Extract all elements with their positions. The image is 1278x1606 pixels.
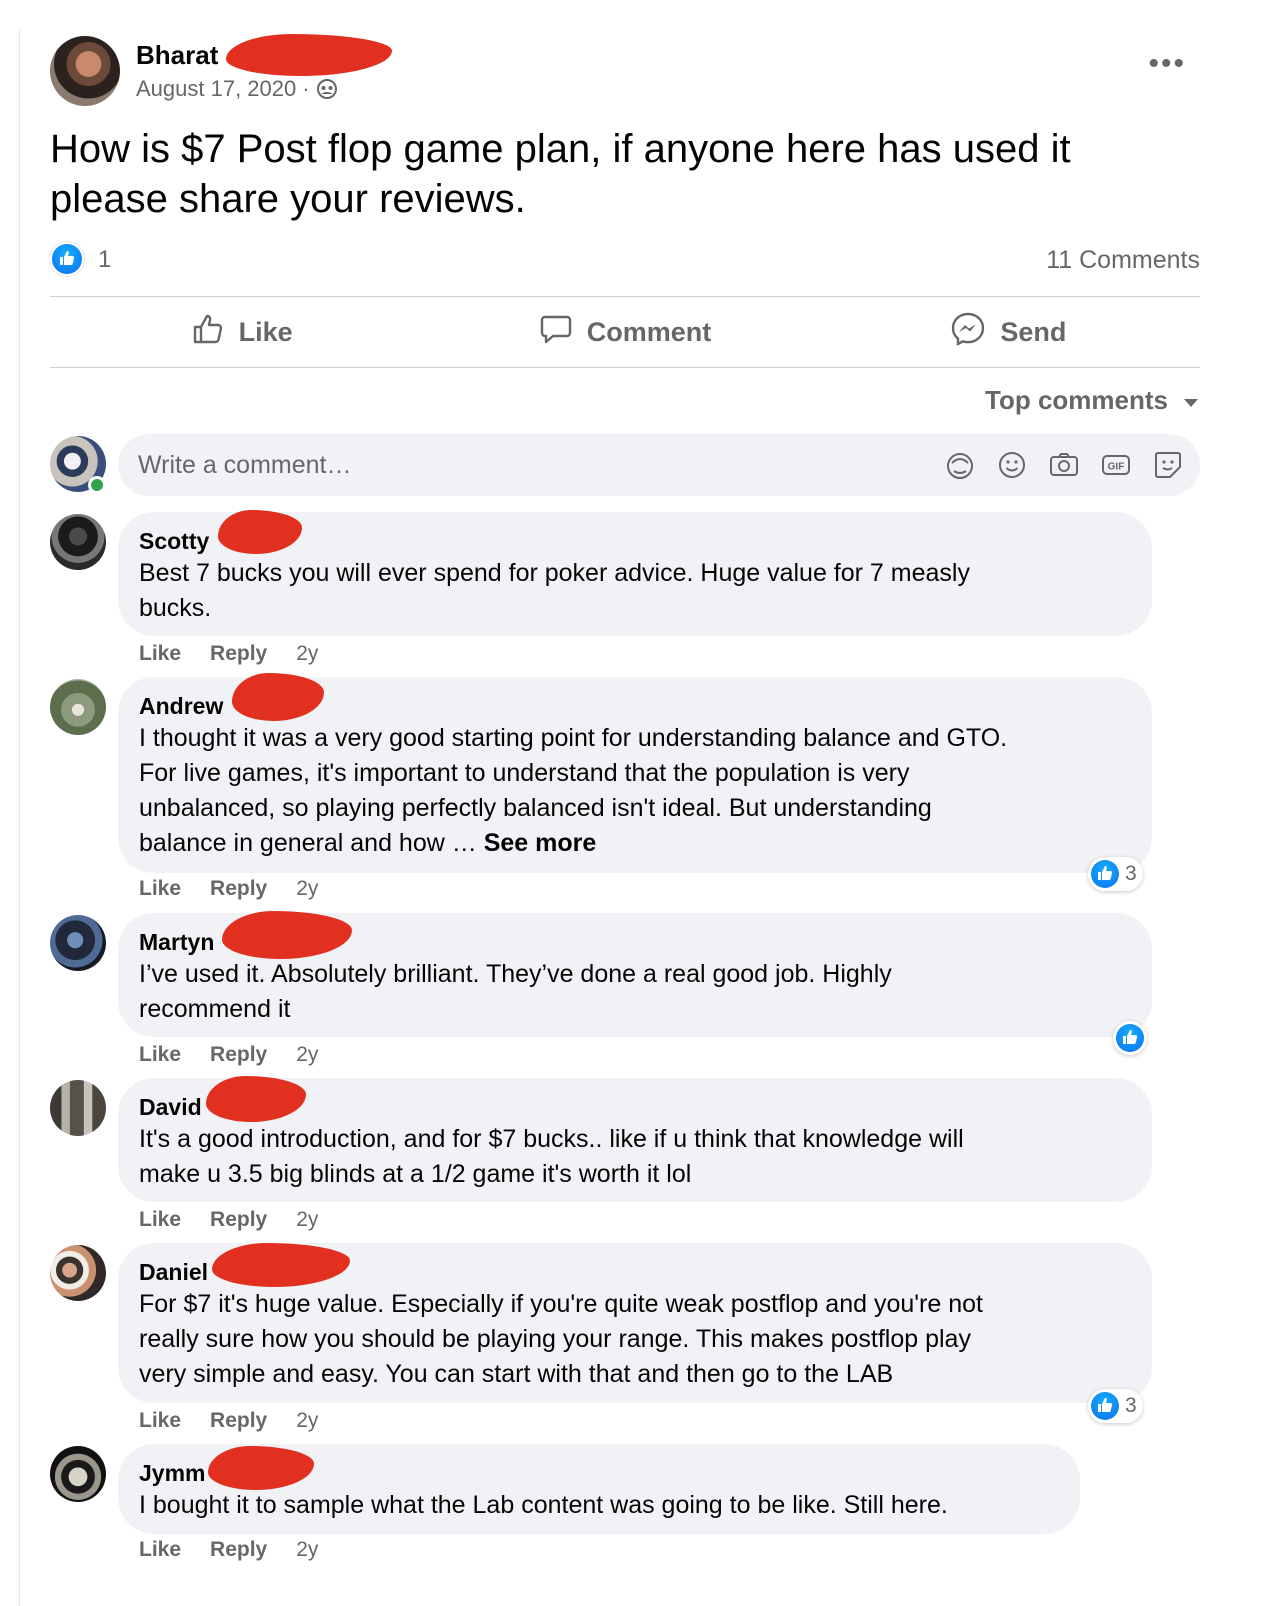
comment-reaction-badge[interactable]: 3 — [1088, 1389, 1143, 1423]
comment-actions: Like Reply 2y — [139, 1538, 318, 1562]
comment-text: It's a good introduction, and for $7 buc… — [139, 1125, 964, 1188]
comment-timestamp[interactable]: 2y — [296, 1043, 318, 1067]
comment-timestamp[interactable]: 2y — [296, 1538, 318, 1562]
name-redaction — [226, 34, 392, 76]
emoji-icon[interactable] — [996, 449, 1028, 481]
messenger-icon — [950, 311, 986, 354]
comment-like-button[interactable]: Like — [139, 1208, 181, 1232]
commenter-name[interactable]: Martyn — [139, 927, 214, 957]
more-options-button[interactable]: ••• — [1148, 49, 1186, 79]
comment-timestamp[interactable]: 2y — [296, 877, 318, 901]
author-name[interactable]: Bharat — [136, 40, 218, 71]
comments-count[interactable]: 11 Comments — [1046, 246, 1200, 275]
commenter-avatar[interactable] — [50, 915, 106, 971]
like-reaction-icon — [1116, 1024, 1144, 1052]
speech-bubble-icon — [539, 312, 573, 353]
caret-down-icon — [1182, 385, 1200, 416]
send-button[interactable]: Send — [817, 298, 1200, 366]
post-action-bar: Like Comment Send — [50, 298, 1200, 366]
comment-actions: Like Reply 2y — [139, 1409, 318, 1433]
comment-actions: Like Reply 2y — [139, 877, 318, 901]
comment-timestamp[interactable]: 2y — [296, 642, 318, 666]
comment-actions: Like Reply 2y — [139, 1208, 318, 1232]
reaction-count: 3 — [1125, 1394, 1137, 1417]
comment-reply-button[interactable]: Reply — [210, 1409, 267, 1433]
commenter-avatar[interactable] — [50, 514, 106, 570]
comment-reaction-badge[interactable]: 3 — [1088, 857, 1143, 891]
gif-icon[interactable]: GIF — [1100, 449, 1132, 481]
comment-like-button[interactable]: Like — [139, 642, 181, 666]
comment-reply-button[interactable]: Reply — [210, 1538, 267, 1562]
comment-button[interactable]: Comment — [433, 298, 816, 366]
like-label: Like — [238, 316, 293, 347]
comment-actions: Like Reply 2y — [139, 1043, 318, 1067]
sort-label: Top comments — [985, 385, 1168, 415]
comment-like-button[interactable]: Like — [139, 877, 181, 901]
commenter-avatar[interactable] — [50, 1245, 106, 1301]
comment-actions: Like Reply 2y — [139, 642, 318, 666]
commenter-name[interactable]: Andrew — [139, 691, 223, 721]
thumbs-up-icon — [191, 312, 225, 353]
sticker-icon[interactable] — [1152, 449, 1184, 481]
comment-composer: GIF — [118, 434, 1200, 496]
online-status-dot — [88, 476, 106, 494]
comment-like-button[interactable]: Like — [139, 1409, 181, 1433]
like-reaction-icon — [1091, 860, 1119, 888]
post-meta: August 17, 2020 · — [136, 76, 338, 102]
commenter-name[interactable]: Jymm — [139, 1458, 205, 1488]
avatar-sticker-icon[interactable] — [944, 449, 976, 481]
see-more-link[interactable]: See more — [484, 829, 597, 857]
reaction-count: 3 — [1125, 862, 1137, 885]
comment-like-button[interactable]: Like — [139, 1043, 181, 1067]
commenter-avatar[interactable] — [50, 679, 106, 735]
reaction-count[interactable]: 1 — [98, 246, 111, 274]
comment-text: I’ve used it. Absolutely brilliant. They… — [139, 960, 892, 1023]
comment-reply-button[interactable]: Reply — [210, 1208, 267, 1232]
comment-text: I bought it to sample what the Lab conte… — [139, 1491, 948, 1519]
commenter-avatar[interactable] — [50, 1446, 106, 1502]
comment-reaction-badge[interactable] — [1113, 1021, 1147, 1055]
commenter-name[interactable]: Scotty — [139, 526, 209, 556]
group-icon — [316, 78, 338, 100]
post-header: Bharat August 17, 2020 · ••• — [50, 34, 1200, 106]
comment-input[interactable] — [138, 448, 898, 482]
comment-sort-dropdown[interactable]: Top comments — [985, 385, 1200, 416]
reactions-summary: 1 11 Comments — [50, 240, 1200, 280]
author-avatar[interactable] — [50, 36, 120, 106]
comment-text: I thought it was a very good starting po… — [139, 721, 1130, 861]
comment-reply-button[interactable]: Reply — [210, 642, 267, 666]
commenter-name[interactable]: Daniel — [139, 1257, 208, 1287]
commenter-avatar[interactable] — [50, 1080, 106, 1136]
post-date[interactable]: August 17, 2020 — [136, 76, 296, 102]
comment-reply-button[interactable]: Reply — [210, 1043, 267, 1067]
like-reaction-icon[interactable] — [50, 242, 84, 276]
like-reaction-icon — [1091, 1392, 1119, 1420]
composer-tools: GIF — [944, 449, 1184, 481]
post-text: How is $7 Post flop game plan, if anyone… — [50, 127, 1071, 221]
comment-text: Best 7 bucks you will ever spend for pok… — [139, 559, 970, 622]
comment-timestamp[interactable]: 2y — [296, 1409, 318, 1433]
comment-label: Comment — [586, 316, 712, 347]
svg-text:GIF: GIF — [1108, 462, 1125, 473]
meta-separator: · — [302, 76, 310, 101]
camera-icon[interactable] — [1048, 449, 1080, 481]
send-label: Send — [1000, 316, 1067, 347]
comment-timestamp[interactable]: 2y — [296, 1208, 318, 1232]
like-button[interactable]: Like — [50, 298, 433, 366]
comment-like-button[interactable]: Like — [139, 1538, 181, 1562]
left-border — [19, 30, 20, 1606]
divider — [50, 296, 1200, 297]
comment-reply-button[interactable]: Reply — [210, 877, 267, 901]
comment-text: For $7 it's huge value. Especially if yo… — [139, 1290, 983, 1388]
divider — [50, 367, 1200, 368]
commenter-name[interactable]: David — [139, 1092, 202, 1122]
